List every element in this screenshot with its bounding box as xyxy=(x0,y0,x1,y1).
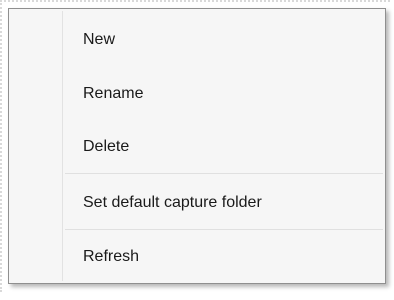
menu-item-delete[interactable]: Delete xyxy=(9,133,385,161)
menu-item-set-default-capture-folder[interactable]: Set default capture folder xyxy=(9,189,385,217)
menu-separator xyxy=(65,229,383,230)
dotted-selection-border-top xyxy=(0,0,390,2)
dotted-selection-border-left xyxy=(0,0,2,292)
context-menu: New Rename Delete Set default capture fo… xyxy=(8,8,386,284)
menu-item-refresh[interactable]: Refresh xyxy=(9,243,385,271)
menu-item-new-label: New xyxy=(83,31,116,48)
menu-item-rename-label: Rename xyxy=(83,85,144,102)
menu-item-rename[interactable]: Rename xyxy=(9,80,385,108)
menu-item-delete-label: Delete xyxy=(83,138,130,155)
menu-item-refresh-label: Refresh xyxy=(83,248,140,265)
menu-separator xyxy=(65,173,383,174)
menu-item-set-default-capture-folder-label: Set default capture folder xyxy=(83,194,262,211)
menu-item-new[interactable]: New xyxy=(9,26,385,54)
